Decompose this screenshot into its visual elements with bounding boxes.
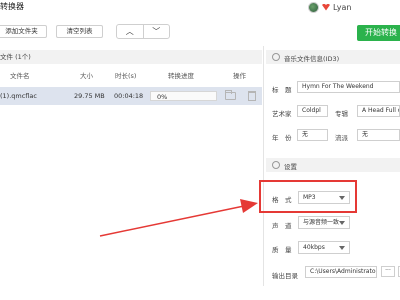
arrow-line xyxy=(99,205,245,237)
arrow-head xyxy=(240,199,258,213)
annotation-arrow xyxy=(99,199,258,237)
